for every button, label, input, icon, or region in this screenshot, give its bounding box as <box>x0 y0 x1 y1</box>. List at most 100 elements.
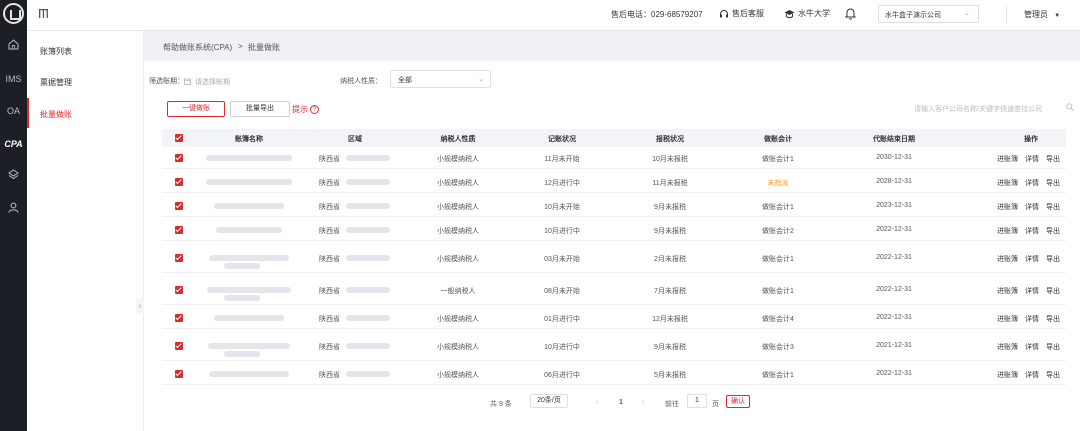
goto-page-input[interactable]: 1 <box>687 394 707 408</box>
hint-link[interactable]: 提示 ? <box>292 104 319 115</box>
period-picker[interactable]: 请选择账期 <box>184 71 304 88</box>
table-header: 账簿名称 区域 纳税人性质 记账状况 报税状况 做账会计 代账结束日期 操作 <box>162 129 1066 147</box>
taxpayer-type-cell: 小规模纳税人 <box>437 204 479 211</box>
open-ledger-link[interactable]: 进账簿 <box>997 286 1018 296</box>
open-ledger-link[interactable]: 进账簿 <box>997 226 1018 236</box>
accountant-cell: 做账会计1 <box>762 204 794 211</box>
details-link[interactable]: 详情 <box>1025 154 1039 164</box>
bookkeeping-status-cell: 10月未开始 <box>544 204 580 211</box>
tax-status-cell: 7月未报税 <box>654 288 686 295</box>
collapse-sidebar-icon[interactable]: ‹ <box>136 298 144 314</box>
export-link[interactable]: 导出 <box>1046 178 1060 188</box>
row-checkbox[interactable] <box>175 254 183 262</box>
row-actions: 进账簿 详情 导出 <box>997 226 1060 236</box>
period-picker-placeholder: 请选择账期 <box>195 78 230 86</box>
details-link[interactable]: 详情 <box>1025 226 1039 236</box>
search-icon[interactable] <box>1066 103 1074 111</box>
next-page-button[interactable]: › <box>642 399 644 406</box>
page-number-current[interactable]: 1 <box>619 399 623 406</box>
batch-export-button[interactable]: 批量导出 <box>230 101 290 117</box>
open-ledger-link[interactable]: 进账簿 <box>997 154 1018 164</box>
row-checkbox[interactable] <box>175 154 183 162</box>
app-rail: IMS OA CPA <box>0 0 27 431</box>
export-link[interactable]: 导出 <box>1046 254 1060 264</box>
university-link[interactable]: 水牛大学 <box>784 8 830 19</box>
goto-confirm-button[interactable]: 确认 <box>726 395 750 408</box>
export-link[interactable]: 导出 <box>1046 226 1060 236</box>
row-checkbox[interactable] <box>175 314 183 322</box>
top-bar: 售后电话：029-68579207 售后客服 水牛大学 水牛盒子演示公司 ⌄ 管… <box>27 0 1080 31</box>
breadcrumb-parent[interactable]: 帮助做账系统(CPA) <box>163 42 232 53</box>
export-link[interactable]: 导出 <box>1046 202 1060 212</box>
details-link[interactable]: 详情 <box>1025 342 1039 352</box>
home-icon[interactable] <box>0 39 27 50</box>
export-link[interactable]: 导出 <box>1046 154 1060 164</box>
open-ledger-link[interactable]: 进账簿 <box>997 314 1018 324</box>
bookkeeping-status-cell: 11月未开始 <box>544 156 580 163</box>
details-link[interactable]: 详情 <box>1025 178 1039 188</box>
sidebar-item-invoice-management[interactable]: 票据管理 <box>27 66 144 96</box>
export-link[interactable]: 导出 <box>1046 286 1060 296</box>
prev-page-button[interactable]: ‹ <box>596 399 598 406</box>
taxpayer-select[interactable]: 全部 ⌄ <box>390 70 491 88</box>
details-link[interactable]: 详情 <box>1025 286 1039 296</box>
row-checkbox[interactable] <box>175 178 183 186</box>
region-detail-redacted <box>346 179 390 185</box>
chevron-down-icon: ⌄ <box>478 76 484 83</box>
admin-menu[interactable]: 管理员 ▼ <box>1024 9 1060 20</box>
service-link[interactable]: 售后客服 <box>719 8 764 19</box>
row-actions: 进账簿 详情 导出 <box>997 202 1060 212</box>
bell-icon[interactable] <box>845 7 856 20</box>
ledger-name-redacted <box>224 295 260 301</box>
logo-icon <box>3 3 24 24</box>
export-link[interactable]: 导出 <box>1046 342 1060 352</box>
end-date-cell: 2021-12-31 <box>876 342 912 349</box>
search-input[interactable]: 请输入客户公司名称/关键字快速查找公司 <box>914 103 1074 114</box>
table-row: 陕西省 小规模纳税人 11月未开始 10月未报税 做账会计1 2030-12-31 进账簿详… <box>162 147 1066 169</box>
region-cell: 陕西省 <box>319 344 340 351</box>
accountant-cell: 做账会计1 <box>762 372 794 379</box>
breadcrumb: 帮助做账系统(CPA) > 批量做账 <box>144 31 1080 61</box>
row-actions: 进账簿 详情 导出 <box>997 342 1060 352</box>
one-click-bookkeeping-button[interactable]: 一键做账 <box>167 101 225 117</box>
headset-icon <box>720 9 728 17</box>
column-header: 纳税人性质 <box>440 136 476 143</box>
row-checkbox[interactable] <box>175 202 183 210</box>
grid-menu-icon[interactable] <box>39 9 48 18</box>
user-icon[interactable] <box>0 202 27 213</box>
details-link[interactable]: 详情 <box>1025 314 1039 324</box>
rail-item-oa[interactable]: OA <box>0 104 27 118</box>
open-ledger-link[interactable]: 进账簿 <box>997 370 1018 380</box>
sidebar-item-ledger-list[interactable]: 账簿列表 <box>27 35 144 65</box>
company-select[interactable]: 水牛盒子演示公司 ⌄ <box>878 5 979 23</box>
row-checkbox[interactable] <box>175 226 183 234</box>
row-checkbox[interactable] <box>175 342 183 350</box>
export-link[interactable]: 导出 <box>1046 370 1060 380</box>
rail-item-cpa[interactable]: CPA <box>0 137 27 151</box>
open-ledger-link[interactable]: 进账簿 <box>997 202 1018 212</box>
rail-item-ims[interactable]: IMS <box>0 72 27 86</box>
export-link[interactable]: 导出 <box>1046 314 1060 324</box>
select-all-checkbox[interactable] <box>175 134 183 142</box>
region-cell: 陕西省 <box>319 256 340 263</box>
column-header: 报税状况 <box>656 136 684 143</box>
tax-status-cell: 2月未报税 <box>654 256 686 263</box>
accountant-cell: 做账会计4 <box>762 316 794 323</box>
page-size-select[interactable]: 20条/页 <box>530 394 568 408</box>
table-row: 陕西省 一般纳税人 08月未开始 7月未报税 做账会计1 2022-12-31 进账簿 详情导… <box>162 275 1066 305</box>
open-ledger-link[interactable]: 进账簿 <box>997 254 1018 264</box>
details-link[interactable]: 详情 <box>1025 202 1039 212</box>
tax-status-cell: 9月未报税 <box>654 228 686 235</box>
open-ledger-link[interactable]: 进账簿 <box>997 178 1018 188</box>
details-link[interactable]: 详情 <box>1025 370 1039 380</box>
page-unit-label: 页 <box>712 401 719 408</box>
row-checkbox[interactable] <box>175 286 183 294</box>
bookkeeping-status-cell: 03月未开始 <box>544 256 580 263</box>
open-ledger-link[interactable]: 进账簿 <box>997 342 1018 352</box>
row-checkbox[interactable] <box>175 370 183 378</box>
details-link[interactable]: 详情 <box>1025 254 1039 264</box>
layers-icon[interactable] <box>0 169 27 180</box>
sidebar-item-batch-bookkeeping[interactable]: 批量做账 <box>27 98 144 128</box>
column-header: 记账状况 <box>548 136 576 143</box>
bookkeeping-status-cell: 12月进行中 <box>544 180 580 187</box>
